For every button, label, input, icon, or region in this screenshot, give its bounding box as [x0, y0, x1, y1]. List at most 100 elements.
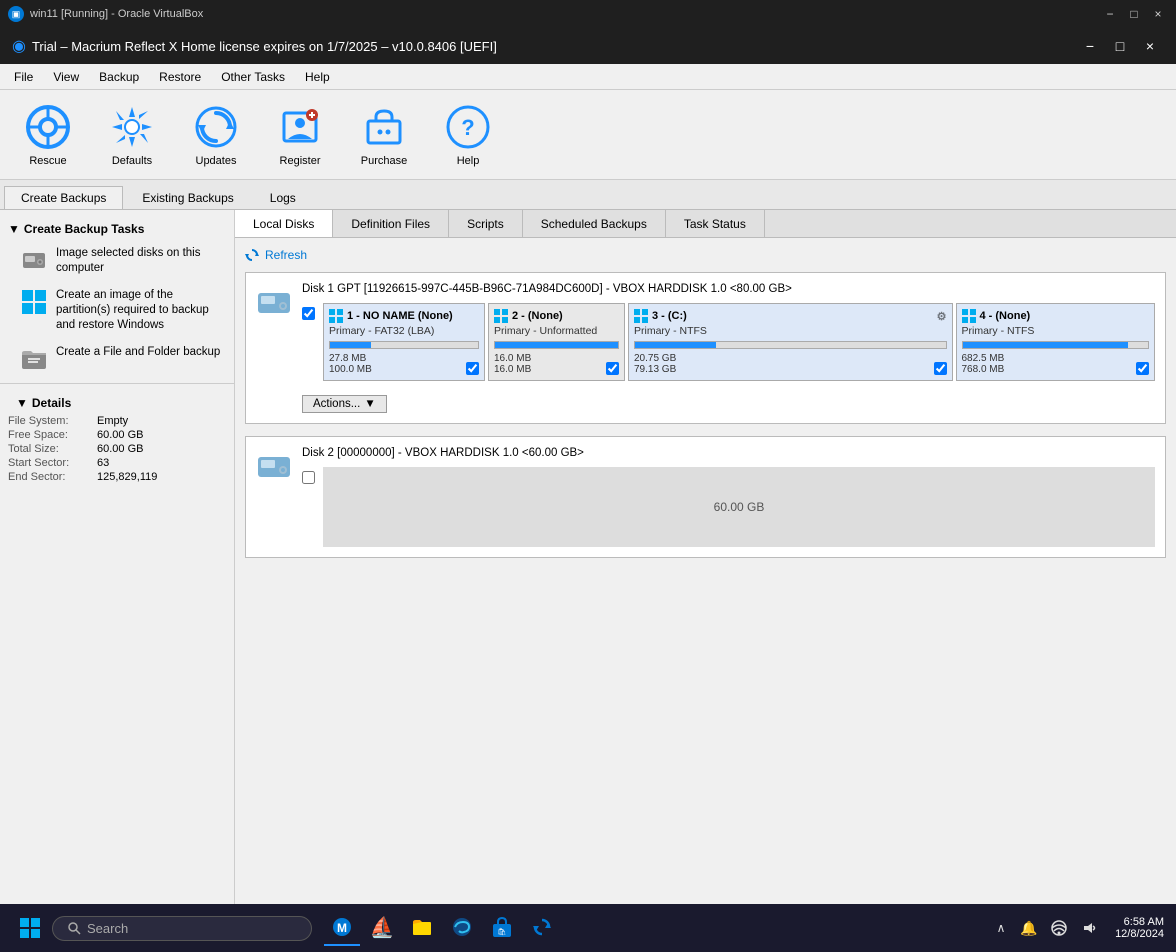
- sync-icon: [531, 916, 553, 938]
- p4-bar: [962, 341, 1150, 349]
- totalsize-label: Total Size:: [8, 443, 93, 455]
- vm-title: win11 [Running] - Oracle VirtualBox: [30, 8, 203, 20]
- inner-tabs: Local Disks Definition Files Scripts Sch…: [235, 210, 1176, 238]
- file-folder-icon: [20, 345, 48, 373]
- menu-restore[interactable]: Restore: [149, 68, 211, 86]
- windows-icon: [20, 288, 48, 316]
- sidebar-item-image-disks[interactable]: Image selected disks on this computer: [0, 240, 234, 282]
- disk2-unallocated: 60.00 GB: [323, 467, 1155, 547]
- p4-title: 4 - (None): [962, 309, 1150, 323]
- sidebar-item-file-folder[interactable]: Create a File and Folder backup: [0, 339, 234, 379]
- p1-sizes: 27.8 MB100.0 MB: [329, 353, 372, 375]
- p4-sizes: 682.5 MB768.0 MB: [962, 353, 1005, 375]
- inner-tab-local-disks[interactable]: Local Disks: [235, 210, 333, 237]
- menubar: File View Backup Restore Other Tasks Hel…: [0, 64, 1176, 90]
- updates-button[interactable]: Updates: [184, 99, 248, 171]
- actions-label: Actions...: [313, 398, 360, 410]
- defaults-button[interactable]: Defaults: [100, 99, 164, 171]
- create-backup-tasks-header[interactable]: ▼ Create Backup Tasks: [0, 218, 234, 240]
- disk1-checkbox[interactable]: [302, 307, 315, 320]
- taskbar-clock[interactable]: 6:58 AM 12/8/2024: [1115, 916, 1164, 940]
- disk-content: Refresh: [235, 238, 1176, 904]
- p3-title: 3 - (C:) ⚙: [634, 309, 947, 323]
- p1-checkbox[interactable]: [466, 362, 479, 375]
- taskbar-app-files[interactable]: [404, 910, 440, 946]
- inner-tab-task-status[interactable]: Task Status: [666, 210, 765, 237]
- details-header[interactable]: ▼ Details: [8, 392, 226, 414]
- menu-other-tasks[interactable]: Other Tasks: [211, 68, 295, 86]
- actions-button[interactable]: Actions... ▼: [302, 395, 387, 413]
- p1-title: 1 - NO NAME (None): [329, 309, 479, 323]
- inner-tab-scheduled-backups[interactable]: Scheduled Backups: [523, 210, 666, 237]
- help-icon: ?: [444, 103, 492, 151]
- p3-checkbox[interactable]: [934, 362, 947, 375]
- vm-maximize-btn[interactable]: □: [1124, 6, 1144, 22]
- taskbar-search-icon: [67, 921, 81, 935]
- taskbar-app-boat[interactable]: ⛵: [364, 910, 400, 946]
- taskbar-app-store[interactable]: 🛍: [484, 910, 520, 946]
- taskbar-search-placeholder: Search: [87, 921, 128, 936]
- sidebar: ▼ Create Backup Tasks Image selected dis…: [0, 210, 235, 904]
- startsector-label: Start Sector:: [8, 457, 93, 469]
- app-close-btn[interactable]: ×: [1136, 32, 1164, 60]
- tab-create-backups[interactable]: Create Backups: [4, 186, 123, 209]
- p4-checkbox[interactable]: [1136, 362, 1149, 375]
- menu-backup[interactable]: Backup: [89, 68, 149, 86]
- p1-win-icon: [329, 309, 343, 323]
- clock-time: 6:58 AM: [1115, 916, 1164, 928]
- menu-view[interactable]: View: [43, 68, 89, 86]
- p2-checkbox[interactable]: [606, 362, 619, 375]
- tab-logs[interactable]: Logs: [253, 186, 313, 209]
- disk-icon: [20, 246, 48, 274]
- tray-chevron-icon[interactable]: ∧: [991, 918, 1011, 938]
- inner-tab-definition-files[interactable]: Definition Files: [333, 210, 449, 237]
- help-button[interactable]: ? Help: [436, 99, 500, 171]
- p3-bar: [634, 341, 947, 349]
- files-icon: [411, 916, 433, 938]
- partition-1: 1 - NO NAME (None) Primary - FAT32 (LBA)…: [323, 303, 485, 381]
- help-label: Help: [457, 155, 480, 167]
- p3-bar-fill: [635, 342, 716, 348]
- p4-sub: Primary - NTFS: [962, 325, 1150, 337]
- taskbar-app-macrium[interactable]: M: [324, 910, 360, 946]
- menu-help[interactable]: Help: [295, 68, 340, 86]
- menu-file[interactable]: File: [4, 68, 43, 86]
- start-button[interactable]: [12, 910, 48, 946]
- purchase-button[interactable]: Purchase: [352, 99, 416, 171]
- taskbar-app-edge[interactable]: [444, 910, 480, 946]
- vm-icon: ▣: [8, 6, 24, 22]
- tab-existing-backups[interactable]: Existing Backups: [125, 186, 250, 209]
- app-maximize-btn[interactable]: □: [1106, 32, 1134, 60]
- refresh-icon: [245, 248, 259, 262]
- disk2-header: Disk 2 [00000000] - VBOX HARDDISK 1.0 <6…: [302, 447, 1155, 459]
- refresh-button[interactable]: Refresh: [245, 248, 1166, 262]
- defaults-label: Defaults: [112, 155, 152, 167]
- taskbar-app-sync[interactable]: [524, 910, 560, 946]
- tray-network-icon[interactable]: [1047, 916, 1071, 940]
- inner-tab-scripts[interactable]: Scripts: [449, 210, 523, 237]
- sidebar-item-image-disks-label: Image selected disks on this computer: [56, 246, 226, 276]
- app-minimize-btn[interactable]: −: [1076, 32, 1104, 60]
- p2-sizes: 16.0 MB16.0 MB: [494, 353, 531, 375]
- purchase-icon: [360, 103, 408, 151]
- rescue-button[interactable]: Rescue: [16, 99, 80, 171]
- refresh-label: Refresh: [265, 248, 307, 262]
- details-section: ▼ Details File System: Empty Free Space:…: [0, 383, 234, 492]
- macrium-taskbar-icon: M: [331, 916, 353, 938]
- register-button[interactable]: Register: [268, 99, 332, 171]
- taskbar-search[interactable]: Search: [52, 916, 312, 941]
- disk2-checkbox[interactable]: [302, 471, 315, 484]
- p2-bar: [494, 341, 619, 349]
- detail-totalsize: Total Size: 60.00 GB: [8, 442, 226, 456]
- vm-close-btn[interactable]: ×: [1148, 6, 1168, 22]
- vm-titlebar-controls: − □ ×: [1100, 6, 1168, 22]
- app-titlebar: ◉ Trial – Macrium Reflect X Home license…: [0, 28, 1176, 64]
- disk1-icon: [256, 287, 292, 320]
- tray-volume-icon[interactable]: [1077, 916, 1101, 940]
- tray-notification-icon[interactable]: 🔔: [1017, 916, 1041, 940]
- app-title: Trial – Macrium Reflect X Home license e…: [32, 39, 497, 54]
- p4-bar-fill: [963, 342, 1128, 348]
- vm-minimize-btn[interactable]: −: [1100, 6, 1120, 22]
- sidebar-item-image-partitions[interactable]: Create an image of the partition(s) requ…: [0, 282, 234, 339]
- main-area: ▼ Create Backup Tasks Image selected dis…: [0, 210, 1176, 904]
